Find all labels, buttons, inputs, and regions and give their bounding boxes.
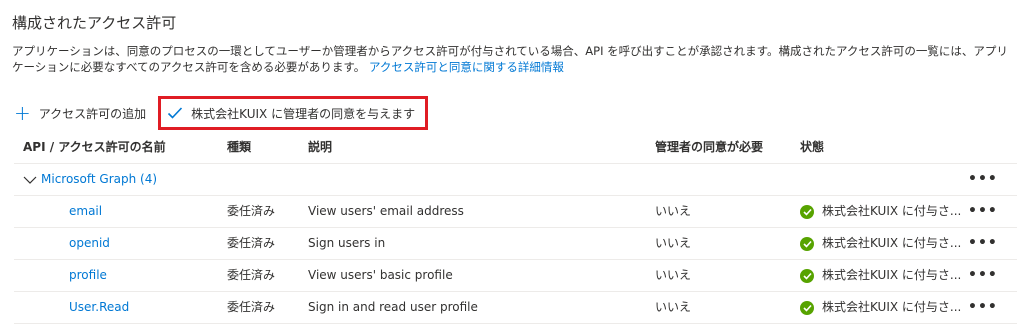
permission-type: 委任済み [227,300,276,314]
table-row: openid 委任済み Sign users in いいえ 株式会社KUIX に… [14,228,1017,260]
permission-type: 委任済み [227,236,276,250]
admin-consent-required: いいえ [655,300,692,314]
configured-permissions-panel: 構成されたアクセス許可 アプリケーションは、同意のプロセスの一環としてユーザーか… [0,0,1024,334]
column-header-status[interactable]: 状態 [800,131,824,163]
admin-consent-required: いいえ [655,268,692,282]
section-title: 構成されたアクセス許可 [12,14,177,32]
grant-admin-consent-label: 株式会社KUIX に管理者の同意を与えます [191,106,416,121]
description: アプリケーションは、同意のプロセスの一環としてユーザーか管理者からアクセス許可が… [12,43,1017,75]
checkmark-icon [168,107,183,119]
learn-more-link[interactable]: アクセス許可と同意に関する詳細情報 [369,60,564,74]
permission-description: View users' basic profile [308,268,453,282]
add-permission-button[interactable]: + アクセス許可の追加 [14,96,158,130]
more-options-icon[interactable]: ••• [968,164,998,195]
status-cell: 株式会社KUIX に付与さ... [800,196,961,227]
grant-admin-consent-button[interactable]: 株式会社KUIX に管理者の同意を与えます [158,96,429,130]
permission-link-user-read[interactable]: User.Read [69,292,129,323]
permission-link-email[interactable]: email [69,196,102,227]
permissions-table: API / アクセス許可の名前 種類 説明 管理者の同意が必要 状態 Micro… [14,131,1017,324]
status-cell: 株式会社KUIX に付与さ... [800,260,961,291]
column-header-name[interactable]: API / アクセス許可の名前 [23,131,166,163]
permission-type: 委任済み [227,268,276,282]
group-toggle[interactable]: Microsoft Graph (4) [23,164,157,195]
more-options-icon[interactable]: ••• [968,260,998,291]
table-row: email 委任済み View users' email address いいえ… [14,196,1017,228]
admin-consent-required: いいえ [655,236,692,250]
more-options-icon[interactable]: ••• [968,228,998,259]
status-text: 株式会社KUIX に付与さ... [822,204,962,218]
permission-link-openid[interactable]: openid [69,228,110,259]
check-circle-icon [800,268,814,283]
table-row: User.Read 委任済み Sign in and read user pro… [14,292,1017,324]
status-cell: 株式会社KUIX に付与さ... [800,228,961,259]
more-options-icon[interactable]: ••• [968,196,998,227]
status-text: 株式会社KUIX に付与さ... [822,268,962,282]
status-cell: 株式会社KUIX に付与さ... [800,292,961,323]
status-text: 株式会社KUIX に付与さ... [822,236,962,250]
status-text: 株式会社KUIX に付与さ... [822,300,962,314]
table-row: profile 委任済み View users' basic profile い… [14,260,1017,292]
table-header: API / アクセス許可の名前 種類 説明 管理者の同意が必要 状態 [14,131,1017,164]
permission-description: View users' email address [308,204,464,218]
admin-consent-required: いいえ [655,204,692,218]
column-header-type[interactable]: 種類 [227,131,251,163]
permission-description: Sign users in [308,236,386,250]
permission-link-profile[interactable]: profile [69,260,107,291]
toolbar: + アクセス許可の追加 株式会社KUIX に管理者の同意を与えます [14,96,429,130]
permission-description: Sign in and read user profile [308,300,478,314]
group-row-microsoft-graph: Microsoft Graph (4) ••• [14,164,1017,196]
column-header-admin-consent[interactable]: 管理者の同意が必要 [655,131,763,163]
add-permission-label: アクセス許可の追加 [38,106,147,121]
check-circle-icon [800,300,814,315]
group-label: Microsoft Graph (4) [41,172,158,186]
chevron-down-icon [23,176,37,184]
column-header-description[interactable]: 説明 [308,131,332,163]
plus-icon: + [14,101,31,125]
more-options-icon[interactable]: ••• [968,292,998,323]
check-circle-icon [800,204,814,219]
check-circle-icon [800,236,814,251]
permission-type: 委任済み [227,204,276,218]
